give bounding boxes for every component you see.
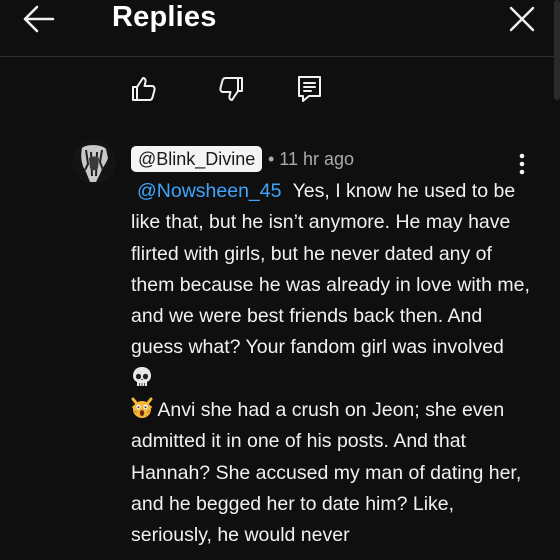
reply-button[interactable] (295, 74, 325, 104)
author-handle[interactable]: @Blink_Divine (131, 146, 263, 172)
more-vert-icon (519, 153, 525, 175)
more-options-button[interactable] (512, 152, 532, 176)
replies-screen: Replies @Blink_Divine • 11 hr ago @Nowsh… (0, 0, 560, 560)
thumbs-down-icon (219, 77, 243, 101)
mention-link[interactable]: @Nowsheen_45 (137, 180, 281, 202)
close-button[interactable] (509, 6, 535, 32)
avatar-image (72, 140, 116, 184)
comment-icon (298, 76, 321, 102)
comment-text-part-2: Anvi she had a crush on Jeon; she even a… (131, 399, 522, 547)
close-icon (509, 6, 535, 32)
back-button[interactable] (22, 4, 56, 34)
comment-body: @Nowsheen_45 Yes, I know he used to be l… (131, 176, 531, 552)
header: Replies (0, 0, 560, 57)
avatar[interactable] (72, 140, 116, 184)
action-bar (0, 74, 560, 106)
like-button[interactable] (129, 74, 159, 104)
page-title: Replies (112, 1, 217, 33)
comment-timestamp: • 11 hr ago (268, 149, 355, 169)
screaming-cat-emoji-icon (131, 397, 153, 419)
thumbs-up-icon (132, 77, 156, 101)
arrow-left-icon (23, 5, 55, 33)
dislike-button[interactable] (216, 74, 246, 104)
skull-emoji-icon (133, 366, 151, 386)
comment-text-part-1: Yes, I know he used to be like that, but… (131, 180, 530, 359)
